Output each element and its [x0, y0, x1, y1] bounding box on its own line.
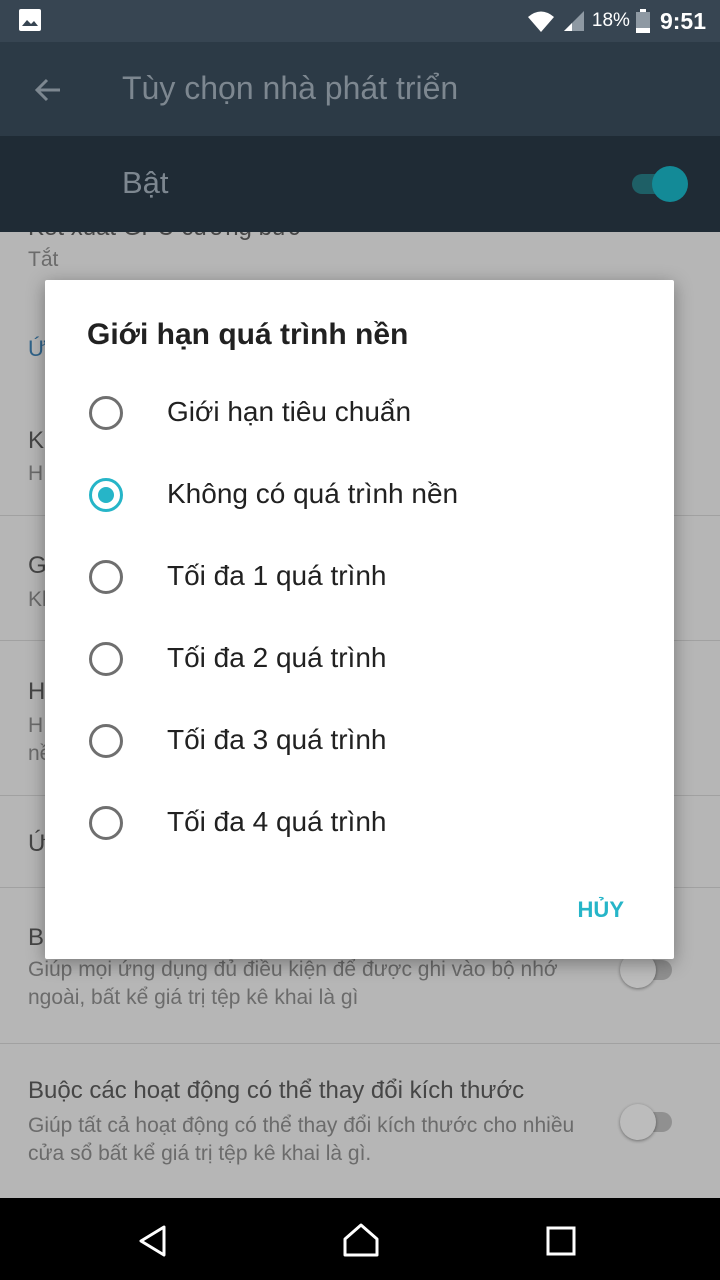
radio-option-label: Tối đa 4 quá trình: [167, 806, 387, 837]
wifi-icon: [527, 11, 554, 32]
radio-button-selected[interactable]: [89, 478, 123, 512]
radio-option[interactable]: Tối đa 3 quá trình: [45, 700, 674, 782]
radio-option[interactable]: Tối đa 2 quá trình: [45, 618, 674, 700]
developer-options-master-switch-bar[interactable]: Bật: [0, 136, 720, 232]
dialog-title: Giới hạn quá trình nền: [87, 318, 409, 351]
cancel-button[interactable]: HỦY: [578, 897, 624, 923]
radio-option-label: Tối đa 2 quá trình: [167, 642, 387, 673]
radio-option[interactable]: Tối đa 1 quá trình: [45, 536, 674, 618]
radio-button[interactable]: [89, 642, 123, 676]
radio-option-label: Tối đa 1 quá trình: [167, 560, 387, 591]
app-bar: Tùy chọn nhà phát triển: [0, 42, 720, 136]
radio-option-label: Giới hạn tiêu chuẩn: [167, 396, 412, 427]
radio-button[interactable]: [89, 724, 123, 758]
nav-recents-icon[interactable]: [546, 1226, 576, 1256]
back-arrow-icon[interactable]: [30, 72, 66, 108]
background-process-limit-dialog: Giới hạn quá trình nền Giới hạn tiêu chu…: [45, 280, 674, 959]
radio-button[interactable]: [89, 396, 123, 430]
radio-option[interactable]: Không có quá trình nền: [45, 454, 674, 536]
radio-option[interactable]: Giới hạn tiêu chuẩn: [45, 372, 674, 454]
radio-option-label: Không có quá trình nền: [167, 478, 459, 509]
master-switch-label: Bật: [122, 165, 169, 200]
image-notification-icon: [19, 9, 41, 31]
radio-option[interactable]: Tối đa 4 quá trình: [45, 782, 674, 864]
status-bar: 18% 9:51: [0, 0, 720, 42]
page-title: Tùy chọn nhà phát triển: [122, 70, 459, 106]
nav-back-icon[interactable]: [136, 1224, 170, 1258]
radio-button[interactable]: [89, 806, 123, 840]
nav-home-icon[interactable]: [342, 1222, 380, 1258]
battery-icon: [635, 9, 650, 33]
cell-signal-icon: [563, 11, 584, 31]
navigation-bar: [0, 1198, 720, 1280]
radio-button[interactable]: [89, 560, 123, 594]
battery-percentage: 18%: [591, 10, 630, 31]
clock: 9:51: [659, 7, 706, 34]
master-toggle[interactable]: [632, 166, 690, 202]
radio-option-label: Tối đa 3 quá trình: [167, 724, 387, 755]
